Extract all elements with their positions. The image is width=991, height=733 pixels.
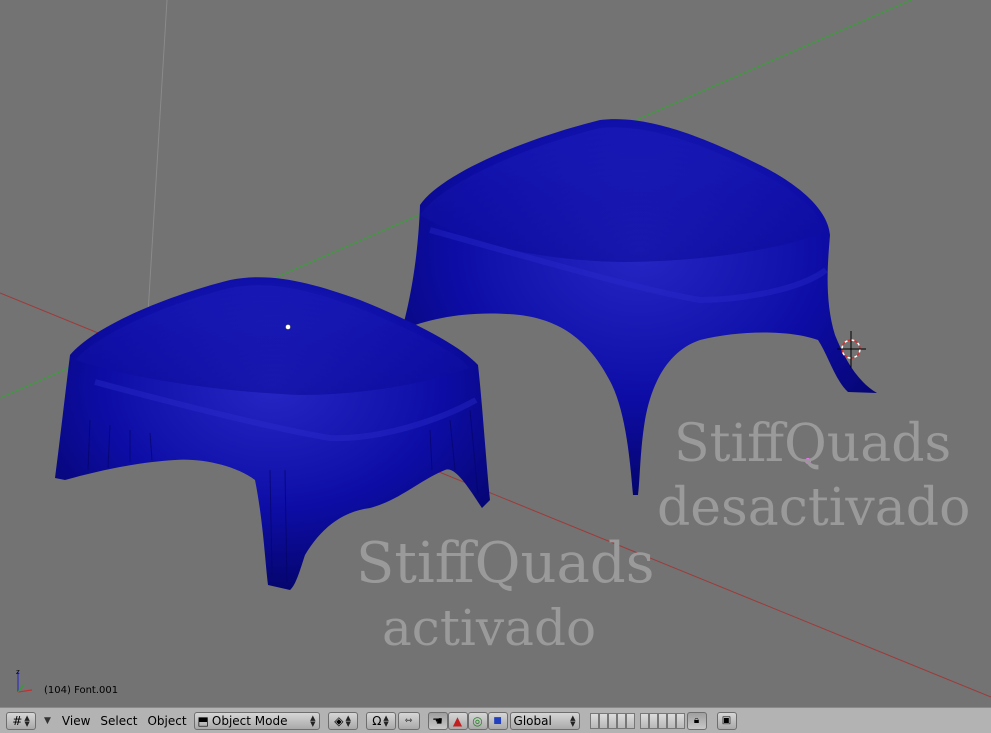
layer-button[interactable] — [589, 712, 599, 729]
magnet-icon: Ω — [372, 713, 382, 728]
layer-buttons-left[interactable] — [589, 712, 635, 729]
orientation-select[interactable]: Global ▲ ▼ — [509, 711, 580, 730]
select-menu[interactable]: Select — [95, 712, 142, 730]
menu-collapse-icon[interactable]: ▼ — [44, 716, 51, 726]
layer-button[interactable] — [639, 712, 649, 729]
vertical-grid-line — [146, 0, 168, 331]
text-object-line: desactivado — [657, 478, 971, 538]
axis-orientation-icon: z — [16, 668, 33, 693]
layer-button[interactable] — [648, 712, 658, 729]
chevron-updown-icon: ▲ ▼ — [24, 713, 30, 728]
manipulator-toggle[interactable]: ☚ — [427, 711, 448, 730]
pivot-icon: ◈ — [334, 713, 344, 728]
text-object-line: StiffQuads — [674, 414, 952, 474]
object-menu[interactable]: Object — [142, 712, 191, 730]
chevron-updown-icon: ▲ ▼ — [570, 713, 576, 728]
object-mode-icon: ⬒ — [197, 713, 209, 728]
render-icon: ▣ — [721, 714, 732, 726]
rotate-icon: ◎ — [472, 713, 483, 728]
render-button[interactable]: ▣ — [716, 711, 737, 730]
layer-button[interactable] — [625, 712, 635, 729]
text-object-line: activado — [382, 599, 597, 657]
rotate-manipulator[interactable]: ◎ — [467, 711, 488, 730]
editor-type-button[interactable]: # ▲ ▼ — [6, 711, 36, 730]
scale-icon: ■ — [493, 715, 502, 726]
layer-buttons-right[interactable] — [639, 712, 685, 729]
layer-button[interactable] — [657, 712, 667, 729]
viewport-grid-icon: # — [12, 713, 23, 728]
3d-view-header: # ▲ ▼ ▼ View Select Object ⬒ Object Mode … — [0, 707, 991, 733]
chevron-updown-icon: ▲ ▼ — [310, 713, 316, 728]
proportional-edit-select[interactable]: Ω ▲ ▼ — [365, 711, 396, 730]
view-menu[interactable]: View — [57, 712, 95, 730]
pivot-select[interactable]: ◈ ▲ ▼ — [327, 711, 358, 730]
chevron-updown-icon: ▲ ▼ — [383, 713, 389, 728]
text-object-line: StiffQuads — [356, 531, 655, 596]
active-object-status: (104) Font.001 — [44, 685, 119, 696]
mode-select-value: Object Mode — [211, 713, 288, 728]
svg-text:z: z — [16, 668, 20, 676]
layer-button[interactable] — [607, 712, 617, 729]
snap-button[interactable]: ⇿ — [397, 711, 420, 730]
3d-viewport[interactable]: StiffQuads activado StiffQuads desactiva… — [0, 0, 991, 707]
mode-select[interactable]: ⬒ Object Mode ▲ ▼ — [193, 711, 320, 730]
layer-button[interactable] — [616, 712, 626, 729]
layer-button[interactable] — [666, 712, 676, 729]
layer-lock-button[interactable]: 🔒︎ — [686, 711, 707, 730]
object-origin — [285, 324, 291, 330]
chevron-updown-icon: ▲ ▼ — [345, 713, 351, 728]
translate-icon: ▲ — [452, 713, 463, 728]
lock-icon: 🔒︎ — [693, 714, 700, 726]
scale-manipulator[interactable]: ■ — [487, 711, 508, 730]
translate-manipulator[interactable]: ▲ — [447, 711, 468, 730]
layer-button[interactable] — [598, 712, 608, 729]
hand-icon: ☚ — [432, 713, 443, 728]
layer-button[interactable] — [675, 712, 685, 729]
orientation-value: Global — [513, 713, 552, 728]
snap-icon: ⇿ — [404, 715, 413, 726]
